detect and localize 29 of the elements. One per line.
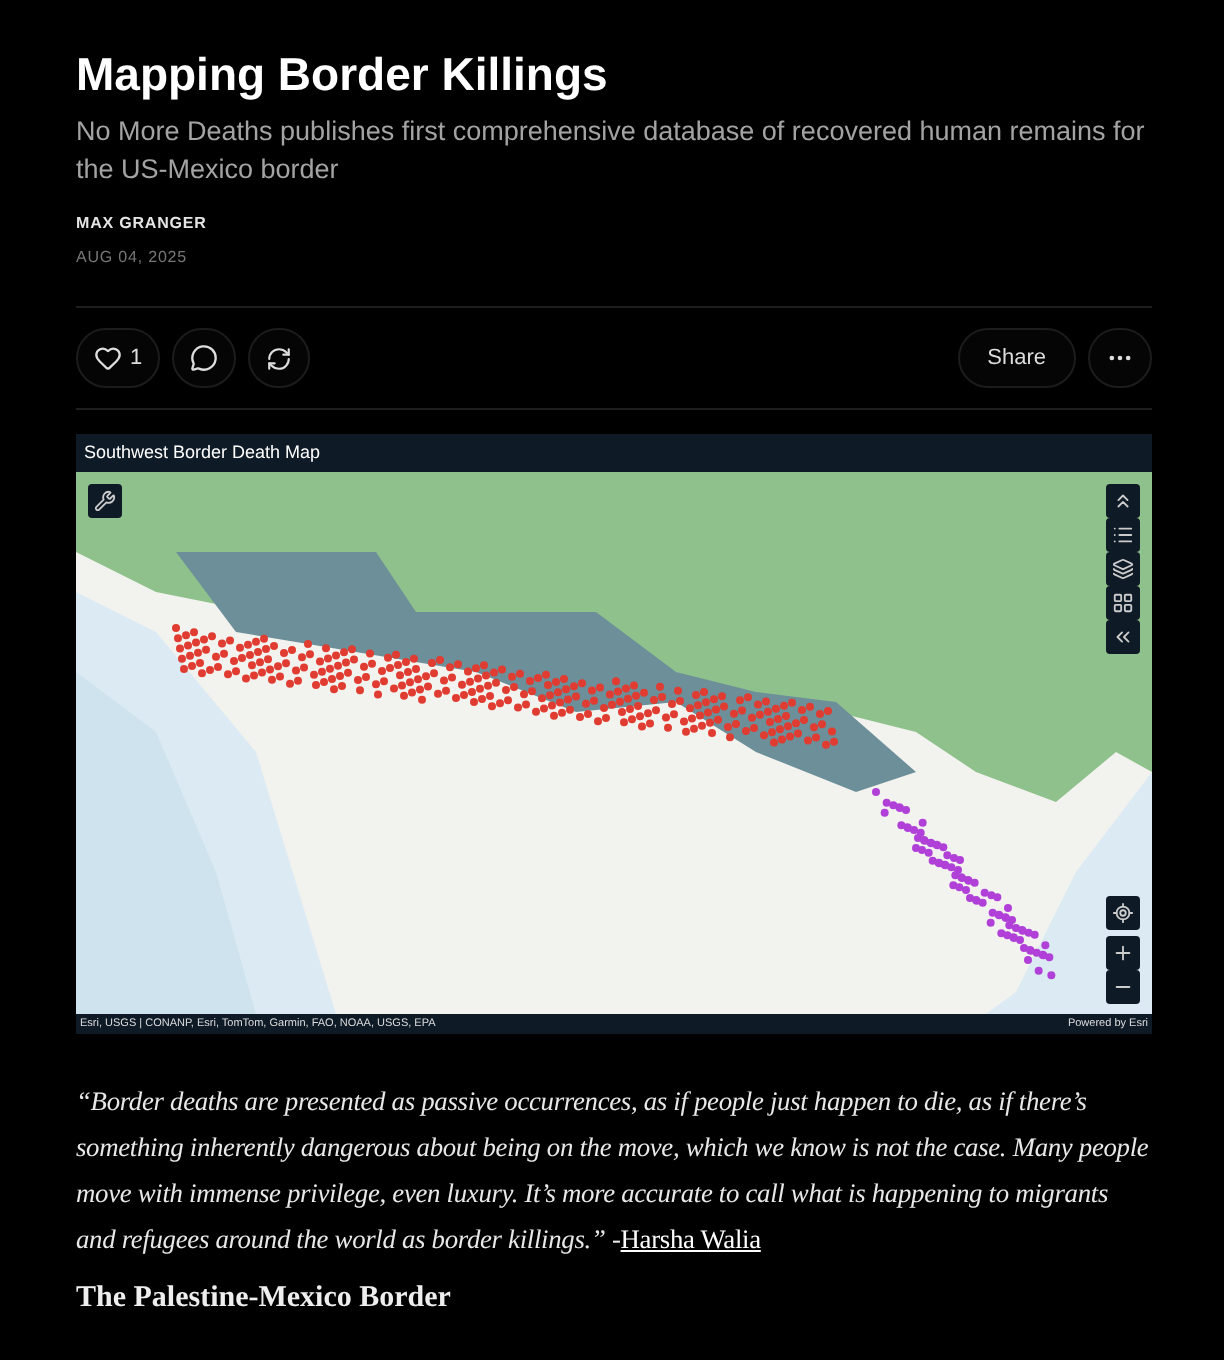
wrench-icon	[94, 490, 116, 512]
grid-icon	[1112, 592, 1134, 614]
layers-icon	[1112, 558, 1134, 580]
locate-icon	[1112, 902, 1134, 924]
circular-arrows-icon	[266, 345, 293, 371]
speech-bubble-icon	[190, 344, 219, 372]
author-link[interactable]: Harsha Walia	[620, 1224, 761, 1254]
double-chevron-left-icon	[1112, 626, 1134, 648]
author-name[interactable]: MAX GRANGER	[76, 214, 1152, 232]
wrench-button[interactable]	[88, 484, 122, 518]
share-button[interactable]: Share	[957, 328, 1076, 388]
quote-paragraph: “Border deaths are presented as passive occurrences, as if people just happen to die, as if there’s something inherently dangerous about being on the move, which we know is not the case. Many people move with immense privilege, even luxury. It’s more accurate to call what is happening to migrants and refugees around the world as border killings.” -Harsha Walia	[76, 1084, 1151, 1258]
zoom-out-button[interactable]	[1106, 970, 1140, 1004]
comment-button[interactable]	[172, 328, 237, 388]
plus-icon	[1112, 942, 1134, 964]
post-date: AUG 04, 2025	[76, 248, 189, 266]
restack-button[interactable]	[248, 328, 311, 388]
list-icon	[1112, 524, 1134, 546]
like-button[interactable]: 1	[76, 328, 161, 388]
post-title: Mapping Border Killings	[76, 46, 610, 104]
map-title: Southwest Border Death Map	[82, 440, 323, 466]
section-heading: The Palestine-Mexico Border	[76, 1282, 453, 1316]
zoom-in-button[interactable]	[1106, 936, 1140, 970]
post-subtitle: No More Deaths publishes first comprehensive database of recovered human remains for the US-Mexico border	[76, 114, 1147, 188]
collapse-button[interactable]	[1106, 484, 1140, 518]
expand-button[interactable]	[1106, 620, 1140, 654]
locate-button[interactable]	[1106, 896, 1140, 930]
heart-icon	[94, 344, 122, 372]
double-chevron-up-icon	[1112, 490, 1134, 512]
